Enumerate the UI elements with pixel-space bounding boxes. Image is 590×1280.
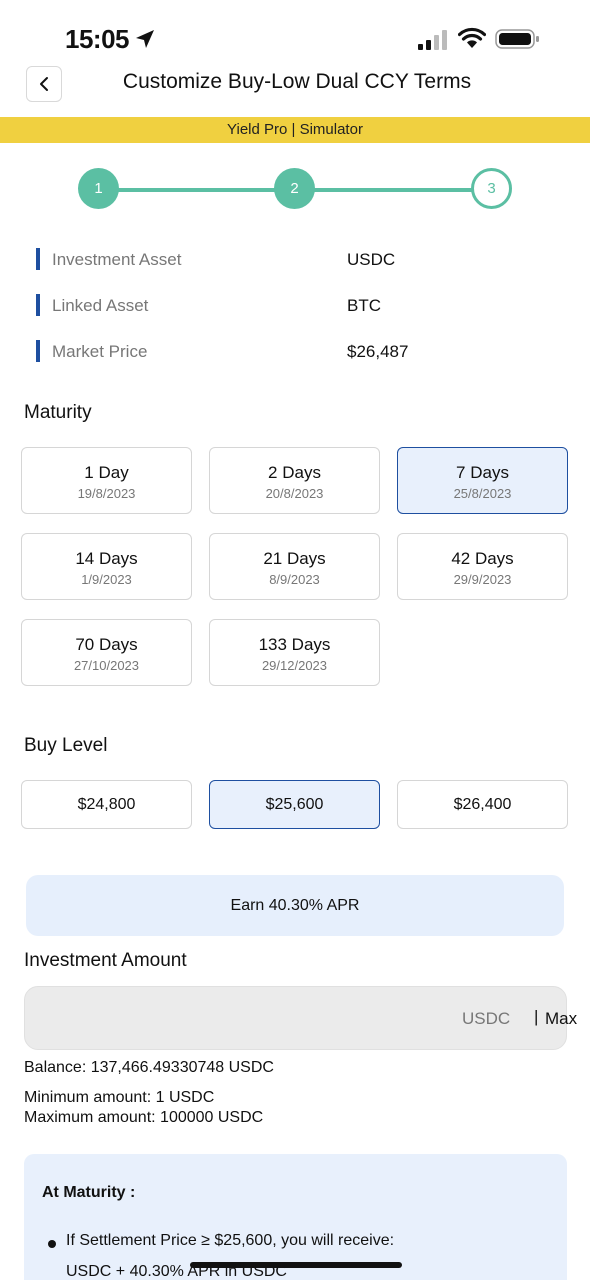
step-connector: [314, 188, 472, 192]
info-row-linked-asset: Linked Asset BTC: [36, 294, 556, 318]
investment-amount-field[interactable]: USDC | Max: [24, 986, 577, 1050]
amount-separator: |: [534, 1007, 539, 1026]
progress-stepper: 1 2 3: [0, 168, 590, 212]
back-button[interactable]: [26, 66, 62, 102]
buy-level-option[interactable]: $24,800: [21, 780, 192, 829]
maximum-amount-text: Maximum amount: 100000 USDC: [24, 1109, 264, 1126]
maturity-date: 29/9/2023: [453, 572, 512, 587]
info-accent-bar: [36, 248, 40, 270]
maturity-date: 19/8/2023: [77, 486, 136, 501]
maturity-date: 20/8/2023: [265, 486, 324, 501]
maturity-option-21-days[interactable]: 21 Days 8/9/2023: [209, 533, 380, 600]
info-value: USDC: [347, 250, 396, 269]
at-maturity-title: At Maturity :: [42, 1184, 136, 1201]
maturity-option-133-days[interactable]: 133 Days 29/12/2023: [209, 619, 380, 686]
maturity-date: 25/8/2023: [453, 486, 512, 501]
buy-level-option-selected[interactable]: $25,600: [209, 780, 380, 829]
maturity-date: 1/9/2023: [81, 572, 132, 587]
maturity-date: 27/10/2023: [73, 658, 140, 673]
maturity-days: 14 Days: [75, 549, 138, 568]
buy-level-title: Buy Level: [24, 735, 108, 756]
step-3: 3: [471, 168, 512, 209]
max-button[interactable]: Max: [545, 1009, 577, 1029]
maturity-days: 2 Days: [268, 463, 321, 482]
page-title: Customize Buy-Low Dual CCY Terms: [122, 70, 472, 93]
maturity-option-14-days[interactable]: 14 Days 1/9/2023: [21, 533, 192, 600]
maturity-days: 70 Days: [75, 635, 138, 654]
chevron-left-icon: [40, 77, 48, 91]
info-label: Investment Asset: [52, 250, 182, 269]
amount-unit: USDC: [462, 1009, 511, 1028]
info-row-investment-asset: Investment Asset USDC: [36, 248, 556, 272]
info-label: Linked Asset: [52, 296, 149, 315]
wifi-icon: [458, 27, 486, 48]
cellular-signal-icon: [418, 30, 447, 50]
info-value: BTC: [347, 296, 381, 315]
info-label: Market Price: [52, 342, 148, 361]
bullet-dot: [48, 1240, 56, 1248]
info-row-market-price: Market Price $26,487: [36, 340, 556, 364]
buy-level-option[interactable]: $26,400: [397, 780, 568, 829]
step-1: 1: [78, 168, 119, 209]
simulator-banner: Yield Pro | Simulator: [0, 117, 590, 143]
maturity-option-42-days[interactable]: 42 Days 29/9/2023: [397, 533, 568, 600]
minimum-amount-text: Minimum amount: 1 USDC: [24, 1089, 215, 1106]
battery-icon: [495, 29, 539, 49]
location-arrow-icon: [136, 30, 154, 48]
maturity-days: 133 Days: [258, 635, 331, 654]
maturity-date: 29/12/2023: [261, 658, 328, 673]
home-indicator: [190, 1262, 402, 1268]
maturity-option-1-day[interactable]: 1 Day 19/8/2023: [21, 447, 192, 514]
maturity-days: 21 Days: [263, 549, 326, 568]
maturity-option-2-days[interactable]: 2 Days 20/8/2023: [209, 447, 380, 514]
maturity-option-70-days[interactable]: 70 Days 27/10/2023: [21, 619, 192, 686]
status-bar: 15:05: [0, 0, 590, 60]
status-time: 15:05: [65, 24, 130, 54]
maturity-days: 7 Days: [456, 463, 509, 482]
step-2: 2: [274, 168, 315, 209]
settlement-condition-text: If Settlement Price ≥ $25,600, you will …: [66, 1232, 395, 1249]
maturity-days: 1 Day: [84, 463, 129, 482]
balance-text: Balance: 137,466.49330748 USDC: [24, 1059, 274, 1076]
info-accent-bar: [36, 294, 40, 316]
investment-amount-title: Investment Amount: [24, 950, 187, 971]
maturity-days: 42 Days: [451, 549, 514, 568]
maturity-title: Maturity: [24, 402, 92, 423]
apr-summary: Earn 40.30% APR: [26, 875, 564, 936]
info-value: $26,487: [347, 342, 409, 361]
step-connector: [118, 188, 276, 192]
maturity-date: 8/9/2023: [269, 572, 320, 587]
amount-input[interactable]: [35, 1001, 335, 1037]
info-accent-bar: [36, 340, 40, 362]
maturity-option-7-days[interactable]: 7 Days 25/8/2023: [397, 447, 568, 514]
